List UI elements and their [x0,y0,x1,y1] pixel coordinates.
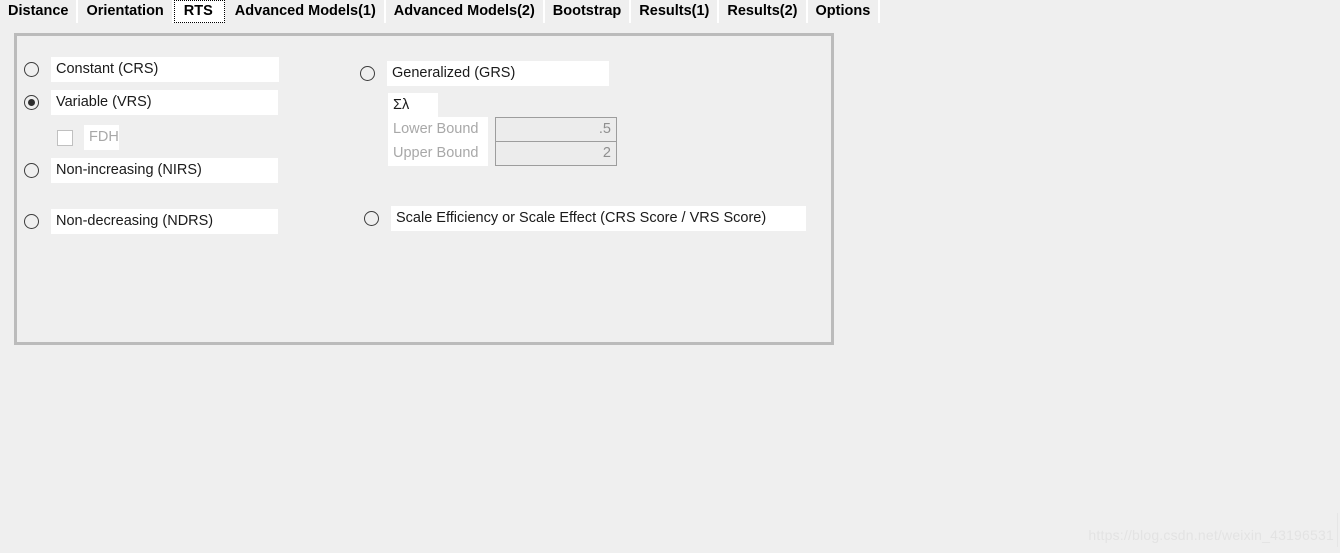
sum-lambda-group: Σλ [388,93,438,118]
label-constant-crs: Constant (CRS) [51,57,279,82]
tab-bootstrap[interactable]: Bootstrap [544,0,632,23]
tab-results-1[interactable]: Results(1) [631,0,720,23]
tab-bar-underline [0,23,1340,28]
radio-non-increasing-nirs[interactable] [24,163,39,178]
radio-constant-crs[interactable] [24,62,39,77]
tab-distance[interactable]: Distance [0,0,79,23]
label-non-increasing-nirs: Non-increasing (NIRS) [51,158,278,183]
tab-rts[interactable]: RTS [173,0,225,23]
radio-generalized-grs[interactable] [360,66,375,81]
label-fdh: FDH [84,125,119,150]
watermark-rule [1337,513,1338,547]
tab-bar: Distance Orientation RTS Advanced Models… [0,0,1340,23]
radio-scale-efficiency[interactable] [364,211,379,226]
option-generalized-grs[interactable]: Generalized (GRS) [360,61,609,86]
rts-options-panel: Constant (CRS) Variable (VRS) FDH Non-in… [14,33,834,345]
tab-advanced-models-2[interactable]: Advanced Models(2) [385,0,545,23]
option-constant-crs[interactable]: Constant (CRS) [24,57,279,82]
lower-bound-row: Lower Bound .5 [388,117,617,142]
option-non-decreasing-ndrs[interactable]: Non-decreasing (NDRS) [24,209,278,234]
tab-options[interactable]: Options [807,0,881,23]
upper-bound-row: Upper Bound 2 [388,141,617,166]
tab-advanced-models-1[interactable]: Advanced Models(1) [226,0,386,23]
checkbox-fdh[interactable] [57,129,73,146]
input-lower-bound[interactable]: .5 [495,117,617,142]
label-generalized-grs: Generalized (GRS) [387,61,609,86]
option-non-increasing-nirs[interactable]: Non-increasing (NIRS) [24,158,278,183]
label-variable-vrs: Variable (VRS) [51,90,278,115]
label-non-decreasing-ndrs: Non-decreasing (NDRS) [51,209,278,234]
label-upper-bound: Upper Bound [388,141,488,166]
radio-variable-vrs[interactable] [24,95,39,110]
watermark-text: https://blog.csdn.net/weixin_43196531 [1088,527,1334,543]
tab-orientation[interactable]: Orientation [78,0,174,23]
tab-bar-filler [880,0,1340,23]
option-variable-vrs[interactable]: Variable (VRS) [24,90,278,115]
label-scale-efficiency: Scale Efficiency or Scale Effect (CRS Sc… [391,206,806,231]
label-sum-lambda: Σλ [388,93,438,118]
input-upper-bound[interactable]: 2 [495,141,617,166]
radio-non-decreasing-ndrs[interactable] [24,214,39,229]
option-scale-efficiency[interactable]: Scale Efficiency or Scale Effect (CRS Sc… [364,206,806,231]
tab-results-2[interactable]: Results(2) [719,0,808,23]
label-lower-bound: Lower Bound [388,117,488,142]
option-fdh[interactable]: FDH [57,125,119,150]
